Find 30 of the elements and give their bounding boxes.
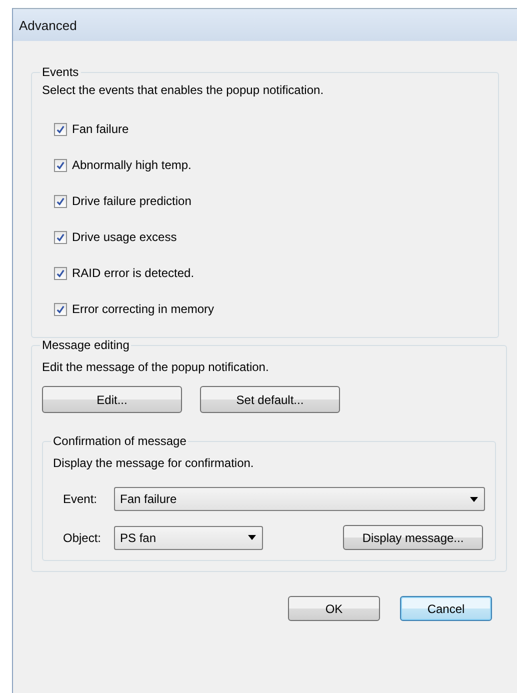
field-label: Event: bbox=[62, 492, 98, 506]
dropdown-arrow-icon bbox=[248, 535, 256, 540]
window-title: Advanced bbox=[19, 18, 77, 32]
group-title: Message editing bbox=[41, 338, 130, 352]
checkbox[interactable] bbox=[54, 230, 67, 244]
checkbox-label: Drive failure prediction bbox=[72, 194, 192, 208]
display-message-button[interactable]: Display message... bbox=[343, 525, 483, 550]
group-description: Select the events that enables the popup notification. bbox=[42, 83, 325, 97]
checkbox[interactable] bbox=[54, 122, 67, 136]
action-button[interactable]: Edit... bbox=[42, 386, 182, 413]
checkbox-label: RAID error is detected. bbox=[72, 266, 194, 280]
dialog-button[interactable]: OK bbox=[288, 596, 380, 621]
checkbox-label: Fan failure bbox=[72, 122, 129, 136]
checkbox[interactable] bbox=[54, 158, 67, 172]
dropdown-arrow-icon bbox=[470, 496, 478, 502]
event-dropdown[interactable]: Fan failure bbox=[114, 487, 485, 511]
group-title: Confirmation of message bbox=[52, 434, 188, 448]
group-description: Display the message for confirmation. bbox=[53, 456, 255, 470]
checkbox[interactable] bbox=[54, 302, 67, 316]
group-title: Events bbox=[41, 65, 80, 79]
checkbox-label: Abnormally high temp. bbox=[72, 158, 192, 172]
checkbox[interactable] bbox=[54, 194, 67, 208]
object-dropdown[interactable]: PS fan bbox=[114, 526, 263, 550]
group-description: Edit the message of the popup notification. bbox=[42, 360, 270, 374]
field-label: Object: bbox=[62, 530, 102, 544]
action-button[interactable]: Set default... bbox=[200, 386, 340, 413]
dialog-button[interactable]: Cancel bbox=[400, 596, 492, 621]
checkbox-label: Error correcting in memory bbox=[72, 302, 214, 316]
checkbox[interactable] bbox=[54, 266, 67, 280]
checkbox-label: Drive usage excess bbox=[72, 230, 177, 244]
